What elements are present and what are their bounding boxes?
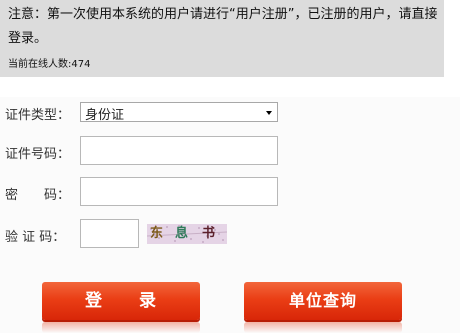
- unit-query-button[interactable]: 单位查询: [244, 282, 402, 320]
- captcha-char-3: 书: [202, 226, 216, 241]
- notice-panel: 注意：第一次使用本系统的用户请进行“用户注册”，已注册的用户，请直接登录。 当前…: [0, 0, 444, 77]
- online-count: 474: [71, 59, 91, 70]
- password-label: 密 码：: [5, 188, 71, 203]
- cert-type-label: 证件类型：: [5, 108, 71, 123]
- captcha-char-1: 东: [150, 226, 164, 241]
- online-label: 当前在线人数:: [8, 59, 72, 70]
- notice-text: 注意：第一次使用本系统的用户请进行“用户注册”，已注册的用户，请直接登录。: [8, 7, 438, 46]
- captcha-char-2: 息: [175, 226, 189, 241]
- cert-type-select[interactable]: 身份证: [80, 102, 278, 123]
- unit-query-button-reflection: [244, 322, 402, 333]
- captcha-label: 验 证 码：: [5, 230, 66, 245]
- captcha-image[interactable]: 东 息 书: [147, 224, 227, 244]
- online-users: 当前在线人数:474: [8, 55, 90, 70]
- login-button[interactable]: 登 录: [42, 282, 200, 320]
- cert-type-value: 身份证: [85, 108, 125, 123]
- chevron-down-icon: [266, 111, 272, 115]
- password-input[interactable]: [80, 177, 278, 206]
- login-button-reflection: [42, 322, 200, 333]
- cert-no-label: 证件号码：: [5, 147, 71, 162]
- captcha-input[interactable]: [80, 219, 139, 248]
- cert-no-input[interactable]: [80, 136, 278, 165]
